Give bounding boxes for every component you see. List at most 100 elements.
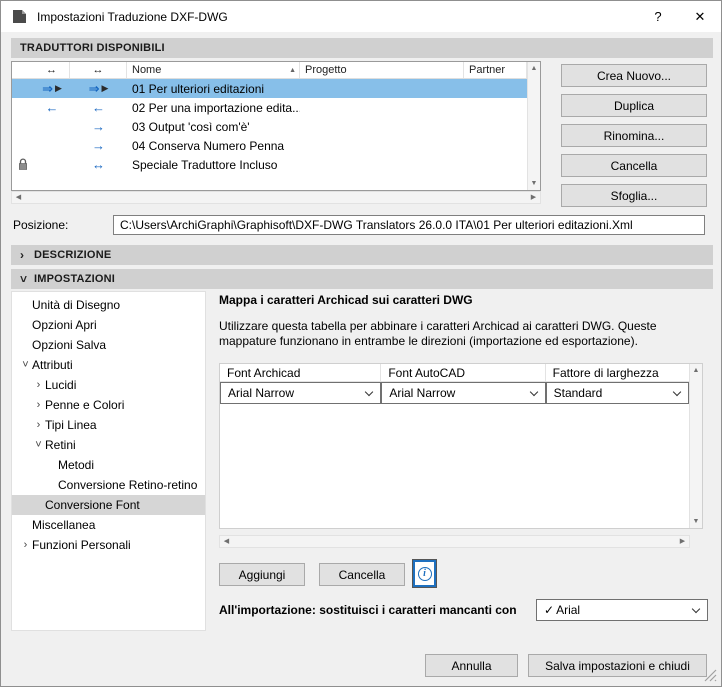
column-nome[interactable]: Nome ▲	[127, 62, 300, 78]
translator-project	[300, 117, 464, 136]
chevron-down-icon	[529, 387, 538, 397]
chevron-right-icon[interactable]: ›	[32, 379, 45, 391]
position-label: Posizione:	[13, 218, 69, 232]
missing-fonts-select[interactable]: ✓ Arial	[536, 599, 708, 621]
scroll-left-icon[interactable]: ◀	[220, 536, 233, 547]
tree-item-attributi[interactable]: ˅ Attributi	[12, 355, 205, 375]
export-arrow-icon: →	[92, 138, 105, 153]
help-button[interactable]: ?	[637, 1, 679, 32]
dxf-dwg-translation-settings-dialog: Impostazioni Traduzione DXF-DWG ? ✕ TRAD…	[0, 0, 722, 687]
translator-row[interactable]: ← ← 02 Per una importazione edita...	[12, 98, 527, 117]
resize-grip[interactable]	[704, 669, 717, 682]
scroll-right-icon[interactable]: ▶	[527, 192, 540, 203]
browse-button[interactable]: Sfoglia...	[561, 184, 707, 207]
translator-partner	[464, 79, 527, 98]
translator-project	[300, 98, 464, 117]
font-archicad-select[interactable]: Arial Narrow	[220, 382, 382, 404]
list-vertical-scrollbar[interactable]: ▲ ▼	[527, 62, 540, 190]
scroll-down-icon[interactable]: ▼	[528, 177, 540, 190]
font-mapping-title: Mappa i caratteri Archicad sui caratteri…	[219, 293, 473, 307]
save-and-close-button[interactable]: Salva impostazioni e chiudi	[528, 654, 707, 677]
settings-section-title: IMPOSTAZIONI	[34, 273, 116, 285]
chevron-down-icon	[672, 387, 682, 397]
translator-project	[300, 136, 464, 155]
tree-item-conversione-retino-retino[interactable]: Conversione Retino-retino	[12, 475, 205, 495]
tree-item-penne-e-colori[interactable]: › Penne e Colori	[12, 395, 205, 415]
translator-row[interactable]: ↔ Speciale Traduttore Incluso	[12, 155, 527, 174]
translator-name: 03 Output 'così com'è'	[132, 119, 250, 134]
chevron-down-icon	[691, 604, 701, 614]
column-font-autocad: Font AutoCAD	[381, 364, 546, 381]
translator-row[interactable]: → 03 Output 'così com'è'	[12, 117, 527, 136]
list-horizontal-scrollbar[interactable]: ◀ ▶	[11, 191, 541, 204]
info-icon: i	[417, 566, 432, 581]
column-progetto[interactable]: Progetto	[300, 62, 464, 78]
column-partner[interactable]: Partner	[464, 62, 527, 78]
chevron-right-icon[interactable]: ›	[32, 419, 45, 431]
titlebar: Impostazioni Traduzione DXF-DWG ? ✕	[1, 1, 721, 32]
close-button[interactable]: ✕	[679, 1, 721, 32]
import-arrow-icon: ←	[45, 100, 59, 115]
chevron-down-icon[interactable]: ˅	[32, 439, 45, 451]
scroll-up-icon[interactable]: ▲	[690, 364, 702, 377]
translator-partner	[464, 136, 527, 155]
scroll-up-icon[interactable]: ▲	[528, 62, 540, 75]
column-width-factor: Fattore di larghezza	[552, 365, 659, 380]
tree-item-unita-di-disegno[interactable]: Unità di Disegno	[12, 295, 205, 315]
width-factor-select[interactable]: Standard	[545, 382, 689, 404]
export-arrow-icon: ⇒	[42, 81, 53, 96]
translator-row[interactable]: → 04 Conserva Numero Penna	[12, 136, 527, 155]
translator-name: 01 Per ulteriori editazioni	[132, 81, 265, 96]
tree-item-lucidi[interactable]: › Lucidi	[12, 375, 205, 395]
scroll-left-icon[interactable]: ◀	[12, 192, 25, 203]
tree-item-funzioni-personali[interactable]: › Funzioni Personali	[12, 535, 205, 555]
chevron-down-icon[interactable]: ˅	[19, 359, 32, 371]
tree-item-retini[interactable]: ˅ Retini	[12, 435, 205, 455]
dialog-body: TRADUTTORI DISPONIBILI ↔ ↔ Nome ▲ Proget…	[1, 32, 721, 686]
description-section-header[interactable]: › DESCRIZIONE	[11, 245, 713, 265]
play-icon: ▶	[54, 83, 62, 93]
info-button[interactable]: i	[412, 559, 437, 588]
font-autocad-select[interactable]: Arial Narrow	[381, 382, 546, 404]
translator-list-header: ↔ ↔ Nome ▲ Progetto Partner	[12, 62, 527, 79]
import-arrow-icon: ←	[92, 100, 105, 115]
tree-item-miscellanea[interactable]: Miscellanea	[12, 515, 205, 535]
tree-item-opzioni-salva[interactable]: Opzioni Salva	[12, 335, 205, 355]
add-button[interactable]: Aggiungi	[219, 563, 305, 586]
table-horizontal-scrollbar[interactable]: ◀ ▶	[219, 535, 690, 548]
scroll-down-icon[interactable]: ▼	[690, 515, 702, 528]
chevron-down-icon	[365, 387, 374, 397]
tree-item-conversione-font[interactable]: Conversione Font	[12, 495, 205, 515]
font-mapping-table: Font Archicad Font AutoCAD Fattore di la…	[219, 363, 703, 529]
tree-item-opzioni-apri[interactable]: Opzioni Apri	[12, 315, 205, 335]
description-section-title: DESCRIZIONE	[34, 249, 112, 261]
font-conversion-panel: Mappa i caratteri Archicad sui caratteri…	[206, 291, 713, 631]
missing-fonts-value: Arial	[556, 603, 581, 617]
column-font-archicad: Font Archicad	[220, 364, 382, 381]
create-new-button[interactable]: Crea Nuovo...	[561, 64, 707, 87]
position-field[interactable]: C:\Users\ArchiGraphi\Graphisoft\DXF-DWG …	[113, 215, 705, 235]
duplicate-button[interactable]: Duplica	[561, 94, 707, 117]
delete-translator-button[interactable]: Cancella	[561, 154, 707, 177]
tree-item-tipi-linea[interactable]: › Tipi Linea	[12, 415, 205, 435]
chevron-right-icon: ›	[20, 248, 25, 262]
chevron-right-icon[interactable]: ›	[19, 539, 32, 551]
font-mapping-table-header: Font Archicad Font AutoCAD Fattore di la…	[220, 364, 689, 382]
column-direction-save[interactable]: ↔	[34, 62, 70, 78]
translator-list: ↔ ↔ Nome ▲ Progetto Partner ⇒ ▶ ⇒ ▶ 01 Per…	[11, 61, 541, 191]
translator-actions: Crea Nuovo... Duplica Rinomina... Cancel…	[561, 64, 707, 207]
tree-item-metodi[interactable]: Metodi	[12, 455, 205, 475]
settings-section-header[interactable]: ˅ IMPOSTAZIONI	[11, 269, 713, 289]
table-vertical-scrollbar[interactable]: ▲ ▼	[689, 364, 702, 528]
delete-button[interactable]: Cancella	[319, 563, 405, 586]
column-direction-open[interactable]: ↔	[70, 62, 127, 78]
chevron-right-icon[interactable]: ›	[32, 399, 45, 411]
cancel-button[interactable]: Annulla	[425, 654, 518, 677]
rename-button[interactable]: Rinomina...	[561, 124, 707, 147]
translator-list-body: ↔ ↔ Nome ▲ Progetto Partner ⇒ ▶ ⇒ ▶ 01 Per…	[12, 62, 527, 190]
play-icon: ▶	[101, 83, 109, 93]
font-mapping-row: Arial Narrow Arial Narrow Standard	[220, 382, 689, 405]
scroll-right-icon[interactable]: ▶	[676, 536, 689, 547]
bidirectional-arrow-icon: ↔	[92, 157, 105, 172]
translator-row[interactable]: ⇒ ▶ ⇒ ▶ 01 Per ulteriori editazioni	[12, 79, 527, 98]
